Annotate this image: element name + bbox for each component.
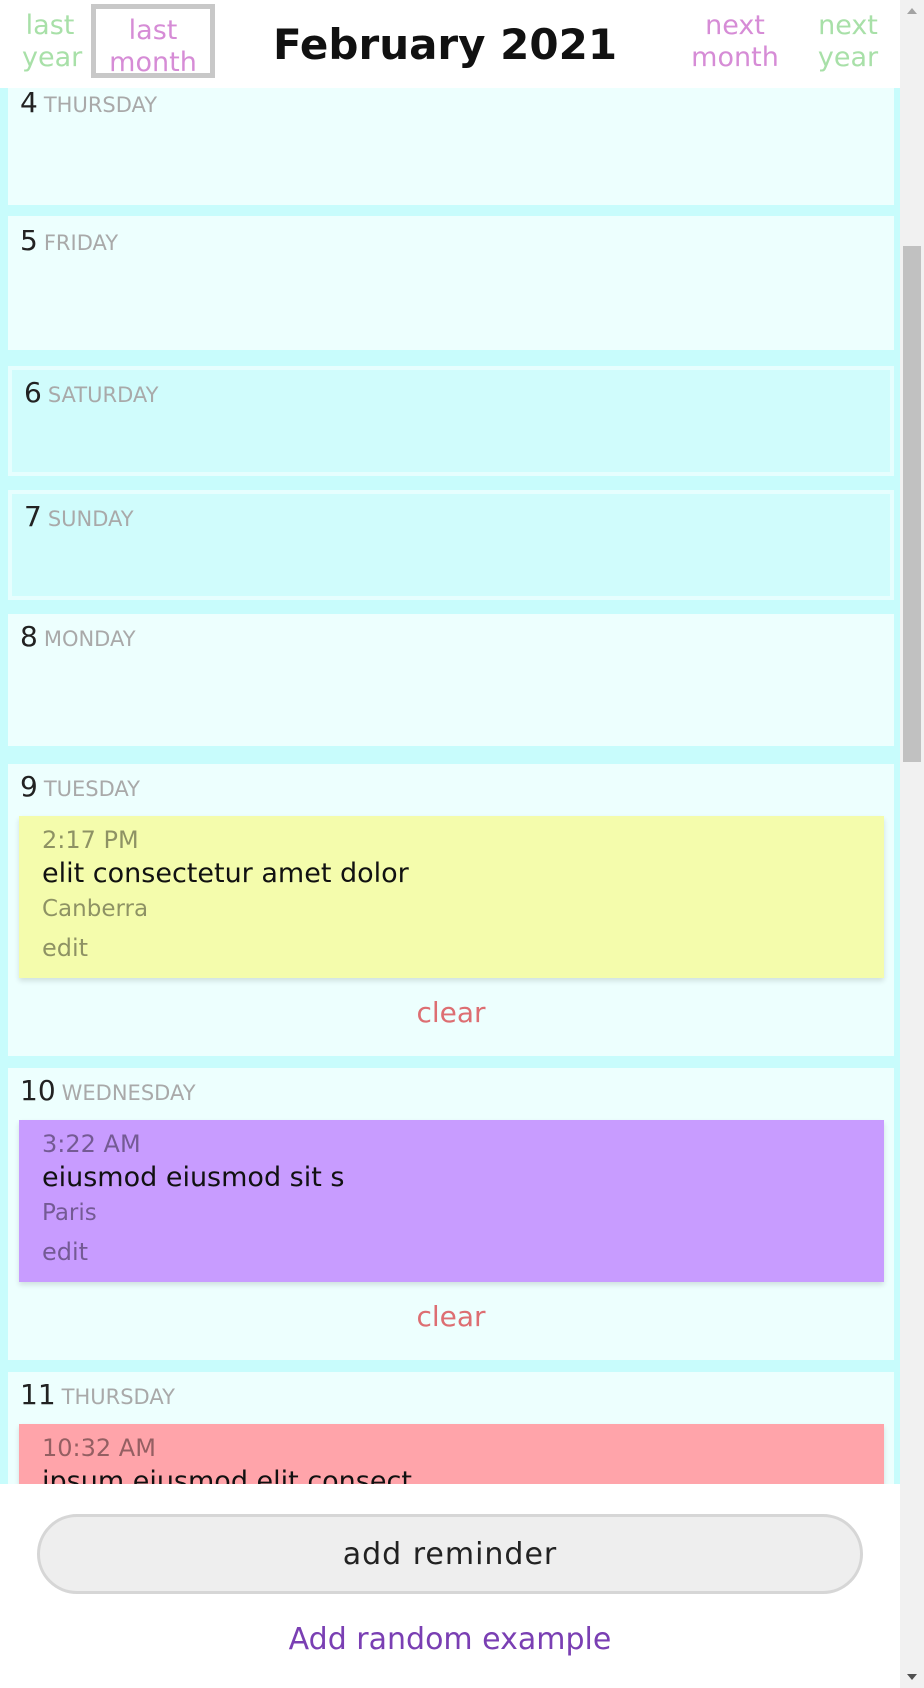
day-header: 9 TUESDAY	[20, 770, 140, 803]
reminder-card[interactable]: 2:17 PM elit consectetur amet dolor Canb…	[19, 816, 884, 978]
day-card: 8 MONDAY	[8, 614, 894, 746]
reminder-time: 2:17 PM	[42, 826, 139, 854]
reminder-card[interactable]: 3:22 AM eiusmod eiusmod sit s Paris edit	[19, 1120, 884, 1282]
day-header: 8 MONDAY	[20, 620, 136, 653]
scrollbar[interactable]	[900, 0, 924, 1688]
reminder-text: elit consectetur amet dolor	[42, 858, 409, 889]
reminder-city: Paris	[42, 1200, 97, 1226]
day-header: 4 THURSDAY	[20, 88, 157, 119]
day-number: 8	[20, 620, 38, 653]
last-year-button[interactable]: last year	[22, 10, 82, 74]
day-list[interactable]: 4 THURSDAY 5 FRIDAY 6 SATURDAY 7 SUNDAY 8 MON…	[0, 88, 900, 1484]
next-month-button[interactable]: next month	[690, 10, 780, 74]
day-card-weekend: 6 SATURDAY	[8, 366, 894, 476]
day-name: THURSDAY	[43, 93, 158, 117]
month-title: February 2021	[272, 20, 618, 69]
day-card: 4 THURSDAY	[8, 88, 894, 205]
day-number: 5	[20, 224, 38, 257]
day-card-weekend: 7 SUNDAY	[8, 490, 894, 600]
day-card: 10 WEDNESDAY 3:22 AM eiusmod eiusmod sit …	[8, 1068, 894, 1360]
day-name: TUESDAY	[43, 777, 140, 801]
day-card: 11 THURSDAY 10:32 AM ipsum eiusmod elit c…	[8, 1372, 894, 1484]
next-year-button[interactable]: next year	[812, 10, 884, 74]
day-card: 9 TUESDAY 2:17 PM elit consectetur amet d…	[8, 764, 894, 1056]
last-month-button[interactable]: last month	[91, 4, 215, 78]
day-number: 6	[24, 376, 42, 409]
day-header: 10 WEDNESDAY	[20, 1074, 196, 1107]
reminder-time: 10:32 AM	[42, 1434, 156, 1462]
reminder-text: ipsum eiusmod elit consect	[42, 1466, 412, 1484]
footer: add reminder Add random example	[0, 1484, 900, 1688]
clear-button[interactable]: clear	[8, 996, 894, 1029]
day-name: SATURDAY	[47, 383, 159, 407]
day-header: 7 SUNDAY	[24, 500, 134, 533]
add-reminder-button[interactable]: add reminder	[37, 1514, 863, 1594]
day-header: 11 THURSDAY	[20, 1378, 175, 1411]
add-random-example-link[interactable]: Add random example	[0, 1622, 900, 1657]
day-name: THURSDAY	[61, 1385, 175, 1409]
day-name: MONDAY	[43, 627, 136, 651]
day-name: FRIDAY	[43, 231, 119, 255]
reminder-text: eiusmod eiusmod sit s	[42, 1162, 345, 1193]
reminder-city: Canberra	[42, 896, 149, 922]
day-name: SUNDAY	[47, 507, 134, 531]
scroll-up-arrow-icon[interactable]	[907, 8, 917, 14]
day-number: 11	[20, 1378, 56, 1411]
day-card: 5 FRIDAY	[8, 216, 894, 350]
day-number: 9	[20, 770, 38, 803]
reminder-time: 3:22 AM	[42, 1130, 141, 1158]
day-number: 4	[20, 88, 38, 119]
scroll-down-arrow-icon[interactable]	[907, 1674, 917, 1680]
day-number: 7	[24, 500, 42, 533]
day-header: 5 FRIDAY	[20, 224, 118, 257]
reminder-edit-link[interactable]: edit	[42, 1238, 88, 1266]
scrollbar-thumb[interactable]	[903, 246, 921, 762]
clear-button[interactable]: clear	[8, 1300, 894, 1333]
reminder-edit-link[interactable]: edit	[42, 934, 88, 962]
day-header: 6 SATURDAY	[24, 376, 158, 409]
reminder-card[interactable]: 10:32 AM ipsum eiusmod elit consect	[19, 1424, 884, 1484]
day-number: 10	[20, 1074, 56, 1107]
day-name: WEDNESDAY	[61, 1081, 196, 1105]
calendar-header: last year last month February 2021 next …	[0, 0, 900, 88]
